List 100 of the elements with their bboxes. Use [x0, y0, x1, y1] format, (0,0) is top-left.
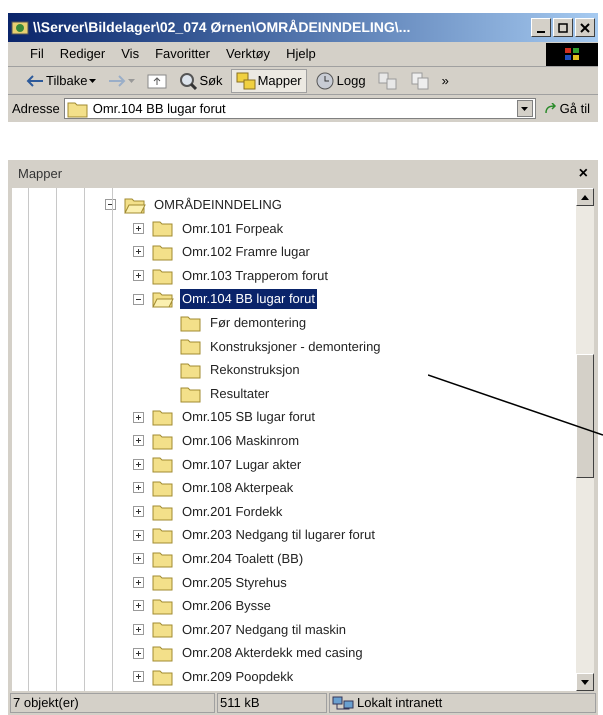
folder-icon	[180, 360, 202, 379]
expand-icon[interactable]	[132, 624, 144, 635]
tree-item[interactable]: Omr.108 Akterpeak	[180, 478, 296, 498]
tree-item[interactable]: Resultater	[208, 384, 272, 404]
expand-icon[interactable]	[132, 246, 144, 258]
history-toolbar-button[interactable]: Logg	[310, 68, 370, 92]
close-button[interactable]	[575, 18, 595, 37]
folder-icon	[180, 337, 202, 356]
status-objects: 7 objekt(er)	[10, 693, 215, 713]
folder-icon	[152, 502, 174, 521]
expand-icon[interactable]	[132, 482, 144, 494]
menu-item[interactable]: Verktøy	[218, 44, 278, 64]
tree-item[interactable]: Omr.101 Forpeak	[180, 218, 286, 238]
scrollbar-thumb[interactable]	[576, 354, 594, 478]
menu-item[interactable]: Favoritter	[147, 44, 218, 64]
tree-item[interactable]: Omr.204 Toalett (BB)	[180, 548, 306, 568]
folder-icon	[152, 219, 174, 238]
close-pane-button[interactable]: ×	[578, 166, 588, 182]
folder-icon	[152, 596, 174, 615]
expand-icon[interactable]	[132, 222, 144, 234]
menu-item[interactable]: Fil	[22, 44, 52, 64]
expand-icon[interactable]	[132, 553, 144, 564]
close-icon	[580, 22, 590, 32]
maximize-button[interactable]	[553, 18, 573, 37]
status-zone: Lokalt intranett	[329, 693, 596, 713]
tree-item[interactable]: Omr.201 Fordekk	[180, 502, 284, 522]
expand-icon[interactable]	[132, 270, 144, 282]
expand-icon[interactable]	[132, 458, 144, 470]
tree-item[interactable]: Omr.107 Lugar akter	[180, 454, 304, 474]
go-arrow-icon	[544, 102, 558, 114]
dropdown-button[interactable]	[516, 100, 533, 117]
scroll-down-icon	[581, 680, 589, 684]
back-toolbar-button[interactable]: Tilbake	[22, 68, 100, 92]
forward-arrow-icon	[108, 74, 126, 88]
tree-item[interactable]: Før demontering	[208, 313, 308, 333]
tree-item[interactable]: Omr.207 Nedgang til maskin	[180, 620, 348, 640]
scrollbar[interactable]	[576, 188, 594, 691]
folder-icon	[152, 526, 174, 544]
tree-item[interactable]: Omr.208 Akterdekk med casing	[180, 643, 365, 663]
tree-item[interactable]: Omr.205 Styrehus	[180, 572, 289, 592]
maximize-icon	[558, 22, 568, 32]
expand-icon[interactable]	[132, 600, 144, 612]
address-field[interactable]: Omr.104 BB lugar forut	[64, 98, 536, 119]
scroll-up-icon	[581, 194, 589, 200]
collapse-icon[interactable]	[104, 199, 116, 210]
tree-item[interactable]: Rekonstruksjon	[208, 360, 302, 380]
folder-up-icon	[147, 72, 168, 88]
expand-icon[interactable]	[132, 671, 144, 682]
expand-icon[interactable]	[132, 648, 144, 659]
windows-flag-icon	[564, 47, 580, 61]
caret-icon	[89, 78, 96, 82]
tree-item[interactable]: Omr.105 SB lugar forut	[180, 407, 317, 427]
window-title: \\Server\Bildelager\02_074 Ørnen\OMRÅDEINNDELING\...	[33, 18, 412, 37]
folder-icon	[152, 550, 174, 568]
folder-icon	[152, 573, 174, 592]
menu-item[interactable]: Rediger	[52, 44, 114, 64]
tree-item[interactable]: Omr.209 Poopdekk	[180, 666, 296, 686]
caret-icon	[521, 106, 528, 110]
tree-item[interactable]: OMRÅDEINNDELING	[152, 195, 284, 215]
folder-icon	[180, 384, 202, 403]
menu-item[interactable]: Hjelp	[278, 44, 324, 64]
expand-icon[interactable]	[132, 435, 144, 446]
address-label: Adresse	[12, 100, 60, 118]
folder-icon	[152, 668, 174, 686]
folder-icon	[152, 478, 174, 497]
folder-icon	[180, 314, 202, 332]
minimize-button[interactable]	[531, 18, 551, 37]
collapse-icon[interactable]	[132, 294, 144, 305]
folder-icon	[152, 644, 174, 662]
open-folder-icon	[152, 290, 174, 308]
folder-icon	[152, 620, 174, 638]
tree-item[interactable]: Omr.206 Bysse	[180, 596, 273, 616]
pane-title: Mapper	[18, 165, 62, 184]
copy-to-icon	[410, 72, 430, 90]
tree-item[interactable]: Omr.104 BB lugar forut	[180, 289, 317, 309]
folder-icon	[152, 455, 174, 474]
folder-icon	[152, 408, 174, 426]
search-icon	[179, 72, 198, 90]
minimize-icon	[537, 30, 545, 32]
tree-item[interactable]: Omr.203 Nedgang til lugarer forut	[180, 525, 377, 545]
tree-item[interactable]: Omr.102 Framre lugar	[180, 242, 312, 262]
folder-icon	[152, 242, 174, 261]
expand-icon[interactable]	[132, 412, 144, 423]
expand-icon[interactable]	[132, 576, 144, 588]
status-size: 511 kB	[217, 693, 327, 713]
back-arrow-icon	[26, 74, 44, 88]
intranet-icon	[332, 695, 354, 711]
expand-icon[interactable]	[132, 530, 144, 541]
folder-icon	[152, 432, 174, 450]
tree-item[interactable]: Omr.103 Trapperom forut	[180, 266, 330, 286]
explorer-icon	[11, 20, 29, 36]
caret-icon	[128, 78, 136, 82]
menu-item[interactable]: Vis	[113, 44, 148, 64]
folders-toolbar-button[interactable]: Mapper	[230, 68, 307, 92]
tree-item[interactable]: Konstruksjoner - demontering	[208, 336, 383, 356]
tree-item[interactable]: Omr.106 Maskinrom	[180, 430, 302, 450]
search-toolbar-button[interactable]: Søk	[175, 68, 227, 92]
go-button[interactable]: Gå til	[540, 98, 594, 118]
expand-icon[interactable]	[132, 506, 144, 518]
more-toolbar-button[interactable]: »	[438, 68, 453, 92]
